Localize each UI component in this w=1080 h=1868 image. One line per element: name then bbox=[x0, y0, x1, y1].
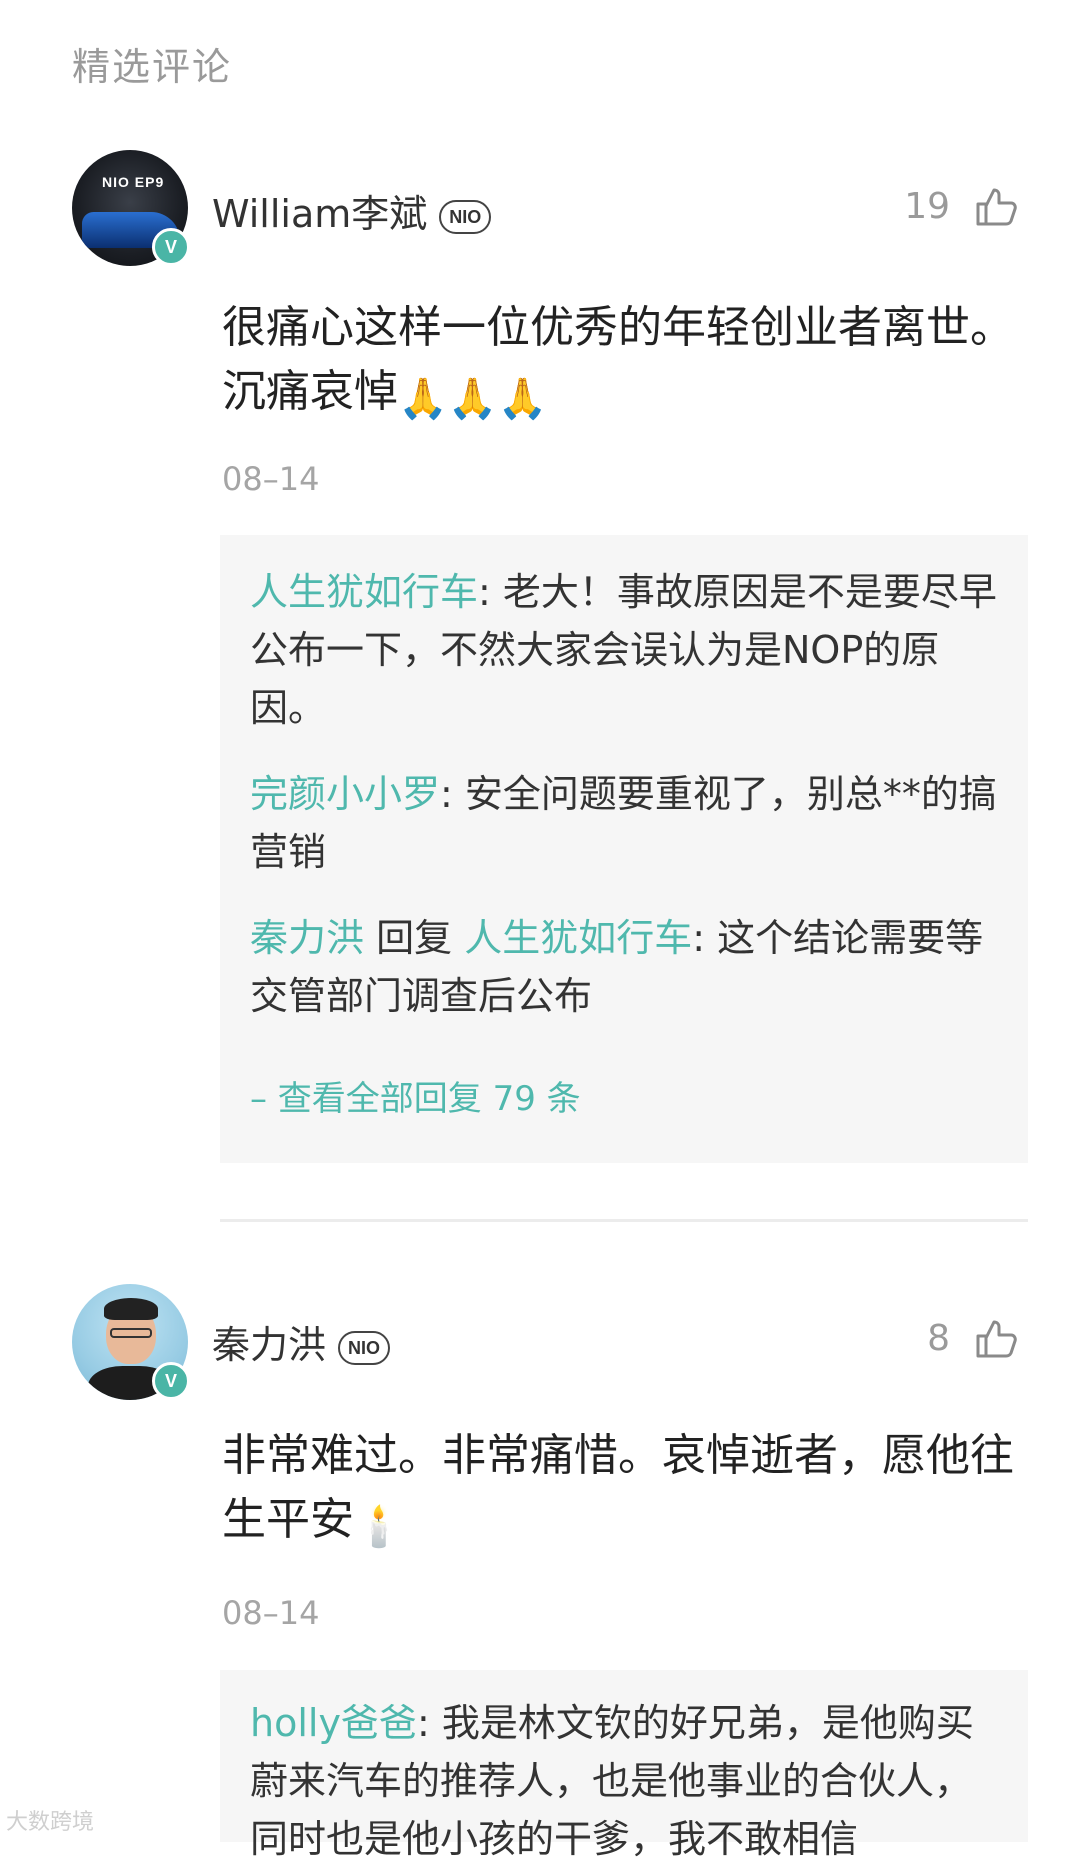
reply-connector: 回复 bbox=[364, 916, 465, 960]
comment-text-body: 很痛心这样一位优秀的年轻创业者离世。沉痛哀悼 bbox=[222, 302, 1014, 417]
candle-emoji-icon: 🕯️ bbox=[354, 1504, 404, 1550]
like-count: 8 bbox=[927, 1318, 950, 1359]
view-all-replies-link[interactable]: – 查看全部回复 79 条 bbox=[250, 1071, 581, 1120]
pray-emoji-icon: 🙏🙏🙏 bbox=[398, 376, 548, 422]
comment-date: 08–14 bbox=[222, 460, 320, 498]
verified-badge-icon: V bbox=[152, 1362, 190, 1400]
comment-text: 很痛心这样一位优秀的年轻创业者离世。沉痛哀悼🙏🙏🙏 bbox=[222, 296, 1022, 431]
username[interactable]: 秦力洪 NIO bbox=[212, 1314, 391, 1369]
section-title: 精选评论 bbox=[72, 45, 233, 89]
reply-target[interactable]: 人生犹如行车 bbox=[464, 916, 692, 960]
divider bbox=[220, 1219, 1028, 1222]
thumbs-up-icon[interactable] bbox=[974, 184, 1018, 228]
reply-item[interactable]: 秦力洪 回复 人生犹如行车: 这个结论需要等交管部门调查后公布 bbox=[250, 909, 1000, 1025]
comment-text-body: 非常难过。非常痛惜。哀悼逝者，愿他往生平安 bbox=[222, 1430, 1014, 1545]
avatar-glasses bbox=[110, 1328, 152, 1338]
comment-text: 非常难过。非常痛惜。哀悼逝者，愿他往生平安🕯️ bbox=[222, 1424, 1022, 1559]
reply-item[interactable]: 完颜小小罗: 安全问题要重视了，别总**的搞营销 bbox=[250, 765, 1000, 881]
like-count: 19 bbox=[904, 186, 950, 227]
reply-author[interactable]: 人生犹如行车 bbox=[250, 570, 478, 614]
username-text: William李斌 bbox=[212, 192, 428, 236]
comment-date: 08–14 bbox=[222, 1594, 320, 1632]
username[interactable]: William李斌 NIO bbox=[212, 183, 492, 238]
reply-author[interactable]: holly爸爸 bbox=[250, 1701, 417, 1745]
watermark: 大数跨境 bbox=[6, 1810, 95, 1835]
reply-box: 人生犹如行车: 老大！事故原因是不是要尽早公布一下，不然大家会误认为是NOP的原… bbox=[220, 535, 1028, 1163]
verified-badge-icon: V bbox=[152, 228, 190, 266]
nio-badge-icon: NIO bbox=[439, 199, 492, 234]
avatar-brand-text: NIO EP9 bbox=[102, 174, 165, 190]
reply-author[interactable]: 秦力洪 bbox=[250, 916, 364, 960]
reply-box: holly爸爸: 我是林文钦的好兄弟，是他购买蔚来汽车的推荐人，也是他事业的合伙… bbox=[220, 1670, 1028, 1861]
reply-item[interactable]: 人生犹如行车: 老大！事故原因是不是要尽早公布一下，不然大家会误认为是NOP的原… bbox=[250, 563, 1000, 737]
reply-author[interactable]: 完颜小小罗 bbox=[250, 772, 440, 816]
username-text: 秦力洪 bbox=[212, 1323, 327, 1367]
thumbs-up-icon[interactable] bbox=[974, 1316, 1018, 1360]
avatar-hair bbox=[104, 1298, 158, 1320]
nio-badge-icon: NIO bbox=[338, 1330, 391, 1365]
